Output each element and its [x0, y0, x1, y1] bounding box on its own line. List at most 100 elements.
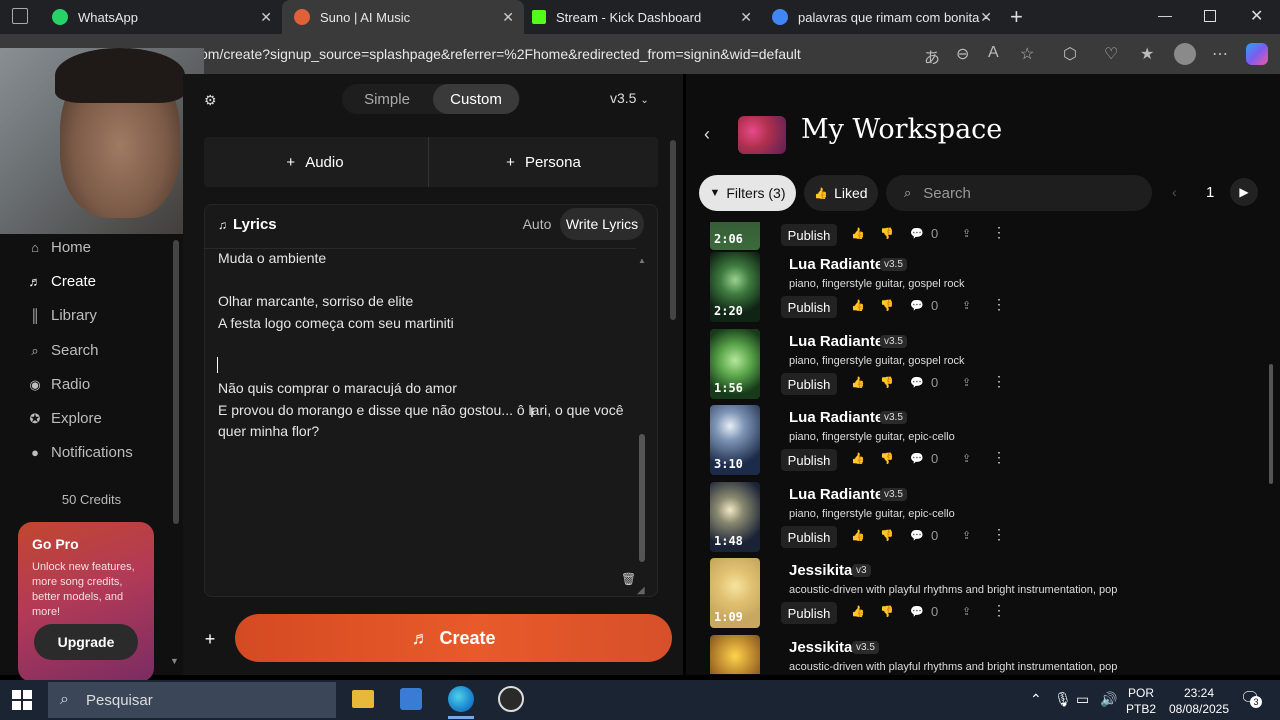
tab-kick[interactable]: Stream - Kick Dashboard ✕: [520, 0, 762, 34]
more-options-icon[interactable]: ⋮: [992, 526, 1006, 543]
scroll-down-icon[interactable]: ▼: [170, 656, 179, 666]
tab-actions-icon[interactable]: [12, 8, 28, 24]
song-title[interactable]: Lua Radiante: [789, 409, 883, 426]
sidebar-item-create[interactable]: ♬ Create: [27, 273, 97, 290]
close-icon[interactable]: ✕: [740, 9, 752, 26]
credits-count[interactable]: 50 Credits: [0, 492, 183, 507]
sidebar-scrollbar[interactable]: [173, 240, 179, 524]
trash-icon[interactable]: 🗑: [621, 572, 636, 586]
microphone-icon[interactable]: 🎙: [1054, 691, 1072, 708]
publish-button[interactable]: Publish: [781, 373, 837, 395]
restore-icon[interactable]: [1204, 10, 1216, 22]
resize-handle-icon[interactable]: ◢: [637, 585, 645, 596]
obs-icon[interactable]: [498, 686, 524, 712]
immersive-reader-icon[interactable]: A: [988, 44, 999, 62]
workspace-search-input[interactable]: ⌕ Search: [886, 175, 1152, 211]
more-options-icon[interactable]: ⋮: [992, 296, 1006, 313]
song-title[interactable]: Lua Radiante: [789, 256, 883, 273]
publish-button[interactable]: Publish: [781, 224, 837, 246]
favorites-icon[interactable]: ★: [1140, 44, 1154, 64]
song-title[interactable]: Jessikita: [789, 639, 852, 656]
tab-suno[interactable]: Suno | AI Music ✕: [282, 0, 524, 34]
comment-icon[interactable]: 💬: [910, 605, 924, 618]
like-icon[interactable]: 👍: [851, 605, 865, 618]
publish-button[interactable]: Publish: [781, 602, 837, 624]
comment-icon[interactable]: 💬: [910, 299, 924, 312]
song-row[interactable]: 1:48 Lua Radiante v3.5 piano, fingerstyl…: [700, 482, 1270, 552]
comment-icon[interactable]: 💬: [910, 376, 924, 389]
page-next-icon[interactable]: ▶: [1230, 178, 1258, 206]
panel-scrollbar[interactable]: [670, 140, 676, 320]
minimize-icon[interactable]: —: [1158, 7, 1172, 23]
notification-icon[interactable]: 🗨3: [1240, 688, 1262, 708]
dislike-icon[interactable]: 👎: [880, 605, 894, 618]
gear-icon[interactable]: ⚙: [204, 92, 217, 109]
mode-custom-button[interactable]: Custom: [433, 84, 519, 114]
comment-icon[interactable]: 💬: [910, 227, 924, 240]
close-window-icon[interactable]: ✕: [1250, 6, 1263, 26]
song-title[interactable]: Jessikita: [789, 562, 852, 579]
like-icon[interactable]: 👍: [851, 529, 865, 542]
more-options-icon[interactable]: ⋮: [992, 602, 1006, 619]
write-lyrics-button[interactable]: Write Lyrics: [560, 208, 644, 240]
publish-button[interactable]: Publish: [781, 296, 837, 318]
like-icon[interactable]: 👍: [851, 376, 865, 389]
network-icon[interactable]: ▭: [1076, 691, 1089, 708]
comment-icon[interactable]: 💬: [910, 529, 924, 542]
profile-avatar[interactable]: [1174, 43, 1196, 65]
sidebar-item-library[interactable]: ║ Library: [27, 307, 96, 324]
sidebar-item-explore[interactable]: ✪ Explore: [27, 410, 102, 427]
share-icon[interactable]: ⇪: [962, 376, 971, 389]
lyrics-auto-button[interactable]: Auto: [516, 210, 558, 238]
liked-button[interactable]: 👍 Liked: [804, 175, 878, 211]
windows-start-icon[interactable]: [12, 690, 32, 710]
page-prev-icon[interactable]: ‹: [1172, 184, 1177, 200]
favorite-star-icon[interactable]: ☆: [1020, 44, 1034, 64]
store-icon[interactable]: [400, 688, 422, 710]
browser-essentials-icon[interactable]: ♡: [1104, 44, 1118, 64]
edge-icon[interactable]: [448, 686, 474, 712]
share-icon[interactable]: ⇪: [962, 529, 971, 542]
back-icon[interactable]: ‹: [704, 124, 710, 145]
publish-button[interactable]: Publish: [781, 526, 837, 548]
read-aloud-icon[interactable]: あ: [924, 44, 940, 68]
share-icon[interactable]: ⇪: [962, 299, 971, 312]
dislike-icon[interactable]: 👎: [880, 227, 894, 240]
dislike-icon[interactable]: 👎: [880, 299, 894, 312]
sidebar-item-radio[interactable]: ◉ Radio: [27, 376, 90, 393]
add-persona-button[interactable]: + Persona: [428, 137, 658, 187]
copilot-icon[interactable]: [1246, 43, 1268, 65]
close-icon[interactable]: ✕: [260, 9, 272, 26]
song-row[interactable]: Jessikita v3.5 acoustic-driven with play…: [700, 635, 1270, 674]
song-row[interactable]: 2:20 Lua Radiante v3.5 piano, fingerstyl…: [700, 252, 1270, 322]
zoom-icon[interactable]: ⊖: [956, 44, 969, 64]
like-icon[interactable]: 👍: [851, 299, 865, 312]
more-options-icon[interactable]: ⋮: [992, 224, 1006, 241]
tray-expand-icon[interactable]: ⌃: [1030, 691, 1042, 708]
song-title[interactable]: Lua Radiante: [789, 486, 883, 503]
share-icon[interactable]: ⇪: [962, 605, 971, 618]
add-audio-button[interactable]: + Audio: [204, 137, 426, 187]
share-icon[interactable]: ⇪: [962, 452, 971, 465]
mode-simple-button[interactable]: Simple: [342, 84, 432, 114]
dislike-icon[interactable]: 👎: [880, 376, 894, 389]
language-indicator[interactable]: POR PTB2: [1126, 685, 1156, 717]
sidebar-item-notifications[interactable]: ● Notifications: [27, 444, 133, 461]
add-button[interactable]: +: [196, 625, 224, 653]
lyrics-scrollbar[interactable]: [639, 434, 645, 562]
song-row[interactable]: 2:06 Publish 👍 👎 💬 0 ⇪ ⋮: [700, 222, 1270, 250]
more-options-icon[interactable]: ⋮: [992, 449, 1006, 466]
url-text[interactable]: om/create?signup_source=splashpage&refer…: [200, 46, 801, 62]
comment-icon[interactable]: 💬: [910, 452, 924, 465]
extensions-icon[interactable]: ⬡: [1063, 44, 1077, 64]
upgrade-button[interactable]: Upgrade: [34, 624, 138, 660]
close-icon[interactable]: ✕: [502, 9, 514, 26]
song-row[interactable]: 3:10 Lua Radiante v3.5 piano, fingerstyl…: [700, 405, 1270, 475]
taskbar-search-input[interactable]: ⌕ Pesquisar: [48, 682, 336, 718]
like-icon[interactable]: 👍: [851, 452, 865, 465]
tab-whatsapp[interactable]: WhatsApp ✕: [40, 0, 282, 34]
publish-button[interactable]: Publish: [781, 449, 837, 471]
file-explorer-icon[interactable]: [352, 690, 374, 708]
volume-icon[interactable]: 🔊: [1100, 691, 1117, 708]
dislike-icon[interactable]: 👎: [880, 529, 894, 542]
